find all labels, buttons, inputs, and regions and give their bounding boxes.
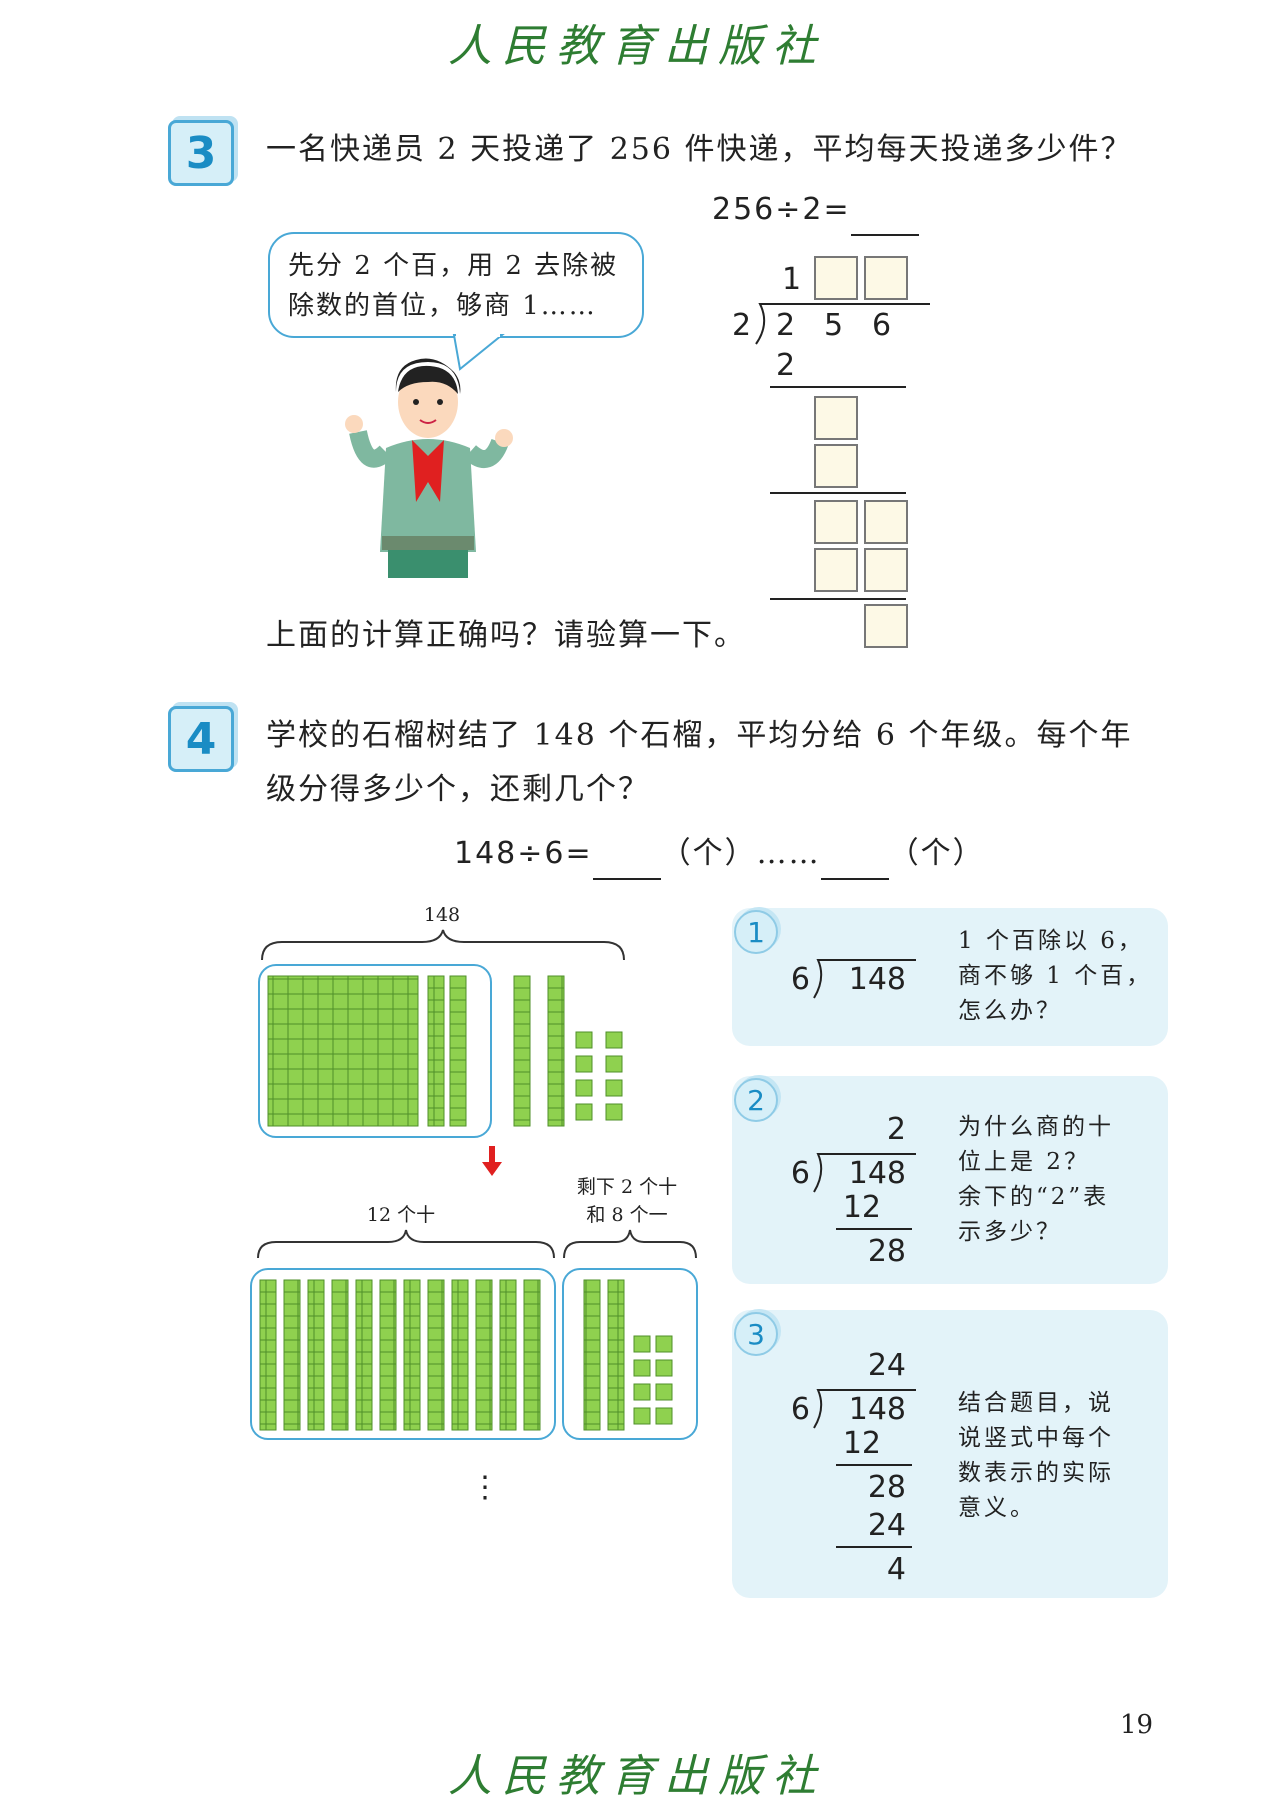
step-1-divisor: 6 [790, 962, 810, 997]
step-2-dividend: 148 [848, 1156, 906, 1191]
ellipsis-vertical: ⋮ [470, 1470, 500, 1505]
dividend-digit-2: 5 [824, 308, 844, 343]
remainder-label-1: 剩下 2 个十 [576, 1176, 678, 1198]
step-1-note: 1 个百除以 6， 商不够 1 个百， 怎么办？ [958, 924, 1152, 1029]
dividend-digit-3: 6 [872, 308, 892, 343]
division-line-1 [770, 386, 906, 388]
remainder-label-2: 和 8 个一 [586, 1204, 668, 1226]
problem-3-text: 一名快递员 2 天投递了 256 件快递，平均每天投递多少件？ [266, 132, 1133, 167]
problem-4-text-line1: 学校的石榴树结了 148 个石榴，平均分给 6 个年级。每个年 [266, 718, 1133, 753]
step-1-note-line: 商不够 1 个百， [958, 963, 1153, 989]
tens-brace [257, 1229, 555, 1259]
equation-left: 148÷6= [454, 836, 593, 871]
total-brace [261, 929, 625, 961]
step-3-quotient: 24 [867, 1348, 906, 1383]
equation-text: 256÷2= [712, 192, 851, 227]
quotient-blank[interactable] [592, 848, 661, 880]
answer-box-r3b[interactable] [864, 500, 908, 544]
remainder-brace [563, 1229, 697, 1259]
step-3-note-line: 结合题目，说 [958, 1390, 1114, 1416]
step-2-rule [836, 1228, 912, 1230]
answer-box-q-tens[interactable] [814, 256, 858, 300]
answer-box-q-ones[interactable] [864, 256, 908, 300]
step-1-number: 1 [734, 910, 778, 954]
step-2-divisor: 6 [790, 1156, 810, 1191]
step-2-note-line: 位上是 2？ [958, 1149, 1090, 1175]
unit-1: （个）…… [660, 836, 821, 871]
step-3-number: 3 [734, 1312, 778, 1356]
step-2-quotient: 2 [886, 1112, 906, 1147]
problem-3-equation: 256÷2= [712, 184, 919, 236]
answer-box-r3a[interactable] [814, 500, 858, 544]
step-3-dividend: 148 [848, 1392, 906, 1427]
boy-student-illustration [345, 358, 513, 578]
step-3-line-3: 24 [867, 1508, 906, 1543]
step-3-note-line: 意义。 [958, 1495, 1036, 1521]
answer-box-r1[interactable] [814, 396, 858, 440]
total-label: 148 [423, 904, 461, 926]
answer-blank[interactable] [850, 204, 919, 236]
step-2-line-1: 12 [842, 1190, 881, 1225]
step-3-line-1: 12 [842, 1426, 881, 1461]
step-3-rule-1 [836, 1464, 912, 1466]
step-2-line-2: 28 [867, 1234, 906, 1269]
dividend-digit-1: 2 [776, 308, 796, 343]
page-number: 19 [1120, 1710, 1154, 1740]
step-1-note-line: 1 个百除以 6， [958, 928, 1144, 954]
quotient-digit: 1 [782, 262, 802, 297]
step-3-line-4: 4 [886, 1552, 906, 1587]
check-prompt: 上面的计算正确吗？请验算一下。 [266, 618, 746, 653]
step-3-rule-2 [836, 1546, 912, 1548]
step-3-note-line: 说竖式中每个 [958, 1425, 1114, 1451]
answer-box-r2[interactable] [814, 444, 858, 488]
tens-label: 12 个十 [366, 1204, 436, 1226]
problem-3-badge: 3 [168, 120, 234, 186]
first-product-digit: 2 [776, 348, 796, 383]
step-1-dividend: 148 [848, 962, 906, 997]
speech-bubble: 先分 2 个百，用 2 去除被除数的首位，够商 1…… [268, 232, 644, 338]
publisher-header: 人民教育出版社 [448, 21, 826, 72]
answer-box-r4b[interactable] [864, 548, 908, 592]
step-3-line-2: 28 [867, 1470, 906, 1505]
answer-box-remainder[interactable] [864, 604, 908, 648]
step-2-note: 为什么商的十 位上是 2？ 余下的“2”表 示多少？ [958, 1110, 1114, 1250]
divisor-digit: 2 [732, 308, 752, 343]
step-2-number: 2 [734, 1078, 778, 1122]
division-line-3 [770, 598, 906, 600]
problem-4-equation: 148÷6= （个）…… （个） [454, 828, 985, 880]
remainder-blank[interactable] [820, 848, 889, 880]
unit-2: （个） [888, 836, 985, 871]
problem-4-text-line2: 级分得多少个，还剩几个？ [266, 772, 650, 807]
step-3-note-line: 数表示的实际 [958, 1460, 1114, 1486]
step-1-note-line: 怎么办？ [958, 998, 1062, 1024]
step-3-note: 结合题目，说 说竖式中每个 数表示的实际 意义。 [958, 1386, 1114, 1526]
step-2-note-line: 示多少？ [958, 1219, 1062, 1245]
step-3-divisor: 6 [790, 1392, 810, 1427]
block-diagram-grouped [259, 1279, 673, 1431]
step-2-note-line: 为什么商的十 [958, 1114, 1114, 1140]
answer-box-r4a[interactable] [814, 548, 858, 592]
division-line-2 [770, 492, 906, 494]
block-diagram-148 [267, 975, 623, 1127]
step-2-note-line: 余下的“2”表 [958, 1184, 1110, 1210]
publisher-footer: 人民教育出版社 [448, 1751, 826, 1802]
problem-4-badge: 4 [168, 706, 234, 772]
down-arrow-icon [482, 1146, 502, 1176]
